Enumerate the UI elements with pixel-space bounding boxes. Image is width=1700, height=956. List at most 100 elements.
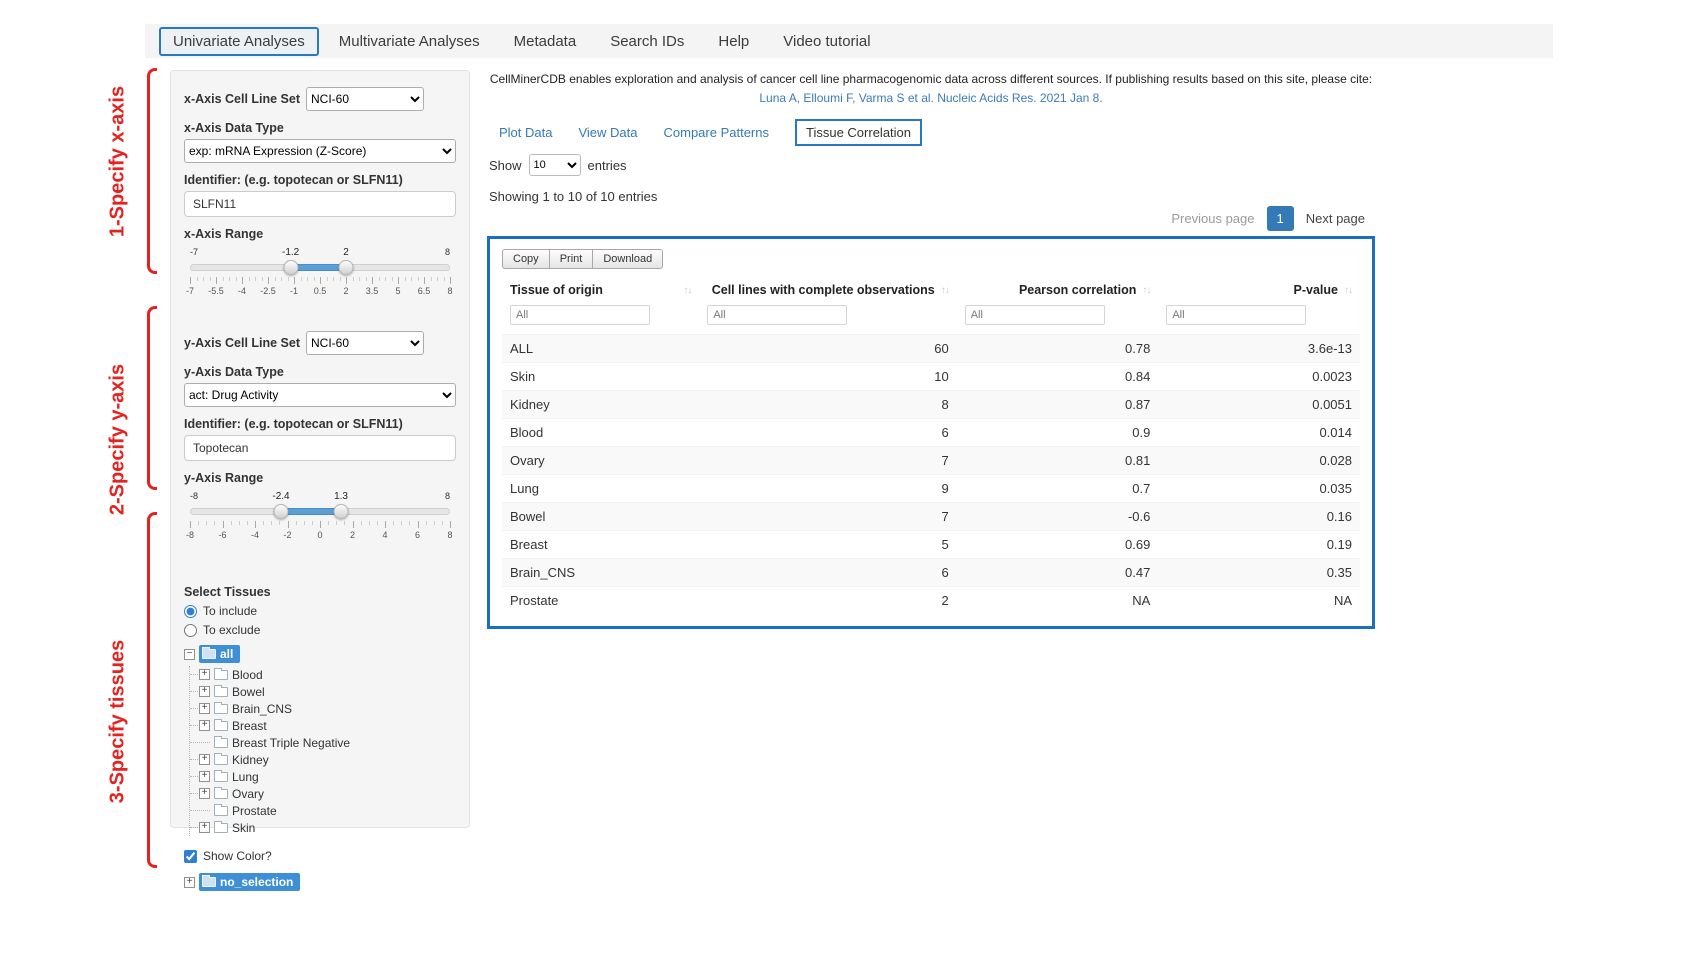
value-cell: 0.9 [957, 419, 1159, 447]
value-cell: 0.78 [957, 335, 1159, 363]
slider-tick-label: -5.5 [208, 286, 224, 296]
x-range-slider[interactable]: -7 8 -1.2 2 -7-5.5-4-2.5-10.523.556.58 [190, 247, 450, 303]
slider-tick-label: 8 [447, 286, 452, 296]
copy-button[interactable]: Copy [502, 249, 550, 269]
column-header-cell-lines[interactable]: Cell lines with complete observations ↑↓ [699, 277, 956, 303]
show-entries-control: Show 10 entries [489, 154, 1375, 176]
slider-to-value: 1.3 [334, 491, 348, 502]
tree-item-brain-cns[interactable]: +Brain_CNS [199, 700, 456, 717]
value-cell: 0.84 [957, 363, 1159, 391]
expand-icon[interactable]: + [199, 771, 210, 782]
slider-to-value: 2 [343, 247, 349, 258]
tree-item-label: Breast [232, 719, 267, 733]
print-button[interactable]: Print [549, 249, 594, 269]
folder-icon [214, 738, 228, 748]
to-include-option[interactable]: To include [184, 604, 456, 618]
slider-tick-label: 3.5 [366, 286, 379, 296]
column-header-tissue[interactable]: Tissue of origin ↑↓ [502, 277, 699, 303]
tree-item-breast[interactable]: + Breast [199, 717, 456, 734]
expand-icon[interactable]: + [199, 754, 210, 765]
y-range-slider[interactable]: -8 8 -2.4 1.3 -8-6-4-202468 [190, 491, 450, 547]
tree-item-lung[interactable]: +Lung [199, 768, 456, 785]
folder-icon [214, 687, 228, 697]
tab-compare-patterns[interactable]: Compare Patterns [664, 120, 770, 145]
slider-min-label: -7 [190, 247, 198, 257]
page-1-button[interactable]: 1 [1267, 206, 1294, 231]
slider-selected-bar[interactable] [281, 508, 341, 515]
y-identifier-input[interactable] [184, 435, 456, 461]
download-button[interactable]: Download [592, 249, 663, 269]
x-data-type-select[interactable]: exp: mRNA Expression (Z-Score) [184, 139, 456, 163]
tree-item-ovary[interactable]: +Ovary [199, 785, 456, 802]
slider-tick-label: 6.5 [418, 286, 431, 296]
y-data-type-select[interactable]: act: Drug Activity [184, 383, 456, 407]
x-identifier-input[interactable] [184, 191, 456, 217]
sort-icon[interactable]: ↑↓ [683, 285, 691, 296]
value-cell: 0.16 [1158, 503, 1360, 531]
value-cell: 5 [699, 531, 956, 559]
expand-icon[interactable]: + [199, 720, 210, 731]
sort-icon[interactable]: ↑↓ [941, 285, 949, 296]
tree-item-blood[interactable]: +Blood [199, 666, 456, 683]
expand-icon[interactable]: + [199, 788, 210, 799]
citation-link[interactable]: Luna A, Elloumi F, Varma S et al. Nuclei… [487, 89, 1375, 108]
to-include-radio[interactable] [184, 605, 197, 618]
slider-handle-to[interactable] [334, 504, 349, 519]
expand-icon[interactable]: + [184, 877, 195, 888]
tree-item-prostate[interactable]: Prostate [199, 802, 456, 819]
tree-item-skin[interactable]: +Skin [199, 819, 456, 836]
value-cell: 0.035 [1158, 475, 1360, 503]
column-header-pvalue[interactable]: P-value ↑↓ [1158, 277, 1360, 303]
filter-cell-lines-input[interactable] [707, 305, 847, 325]
to-exclude-radio[interactable] [184, 624, 197, 637]
tab-tissue-correlation[interactable]: Tissue Correlation [795, 119, 922, 146]
filter-pearson-input[interactable] [965, 305, 1105, 325]
tab-metadata[interactable]: Metadata [500, 27, 591, 56]
show-color-checkbox[interactable] [184, 850, 197, 863]
previous-page-button[interactable]: Previous page [1161, 206, 1264, 231]
expand-icon[interactable]: + [199, 686, 210, 697]
slider-handle-from[interactable] [283, 260, 298, 275]
tissue-cell: Lung [502, 475, 699, 503]
sort-icon[interactable]: ↑↓ [1344, 285, 1352, 296]
tree-item-no-selection[interactable]: no_selection [199, 873, 300, 891]
tab-search-ids[interactable]: Search IDs [596, 27, 698, 56]
show-color-option[interactable]: Show Color? [184, 849, 456, 863]
tab-help[interactable]: Help [704, 27, 763, 56]
value-cell: 0.028 [1158, 447, 1360, 475]
y-cell-line-set-select[interactable]: NCI-60 [306, 331, 424, 355]
column-header-pearson[interactable]: Pearson correlation ↑↓ [957, 277, 1159, 303]
tree-item-kidney[interactable]: +Kidney [199, 751, 456, 768]
tab-univariate-analyses[interactable]: Univariate Analyses [159, 27, 319, 56]
y-data-type-label: y-Axis Data Type [184, 365, 456, 379]
filter-tissue-input[interactable] [510, 305, 650, 325]
y-cell-line-set-label: y-Axis Cell Line Set [184, 336, 300, 350]
select-tissues-title: Select Tissues [184, 585, 456, 599]
sort-icon[interactable]: ↑↓ [1142, 285, 1150, 296]
tab-video-tutorial[interactable]: Video tutorial [769, 27, 884, 56]
tree-item-all[interactable]: all [199, 645, 240, 663]
tab-multivariate-analyses[interactable]: Multivariate Analyses [325, 27, 494, 56]
slider-tick-label: 8 [447, 530, 452, 540]
collapse-icon[interactable]: − [184, 649, 195, 660]
to-exclude-option[interactable]: To exclude [184, 623, 456, 637]
tree-item-bowel[interactable]: +Bowel [199, 683, 456, 700]
expand-icon[interactable]: + [199, 822, 210, 833]
slider-handle-from[interactable] [274, 504, 289, 519]
value-cell: 2 [699, 587, 956, 615]
expand-icon[interactable]: + [199, 669, 210, 680]
slider-tick-label: 4 [382, 530, 387, 540]
tab-view-data[interactable]: View Data [578, 120, 637, 145]
slider-handle-to[interactable] [339, 260, 354, 275]
filter-pvalue-input[interactable] [1166, 305, 1306, 325]
entries-select[interactable]: 10 [529, 154, 581, 176]
tissue-cell: Brain_CNS [502, 559, 699, 587]
folder-icon [214, 789, 228, 799]
tree-item-breast-triple-negative[interactable]: Breast Triple Negative [199, 734, 456, 751]
tab-plot-data[interactable]: Plot Data [499, 120, 552, 145]
next-page-button[interactable]: Next page [1296, 206, 1375, 231]
x-cell-line-set-select[interactable]: NCI-60 [306, 87, 424, 111]
x-data-type-label: x-Axis Data Type [184, 121, 456, 135]
no-selection-tree: + no_selection [184, 873, 456, 891]
expand-icon[interactable]: + [199, 703, 210, 714]
